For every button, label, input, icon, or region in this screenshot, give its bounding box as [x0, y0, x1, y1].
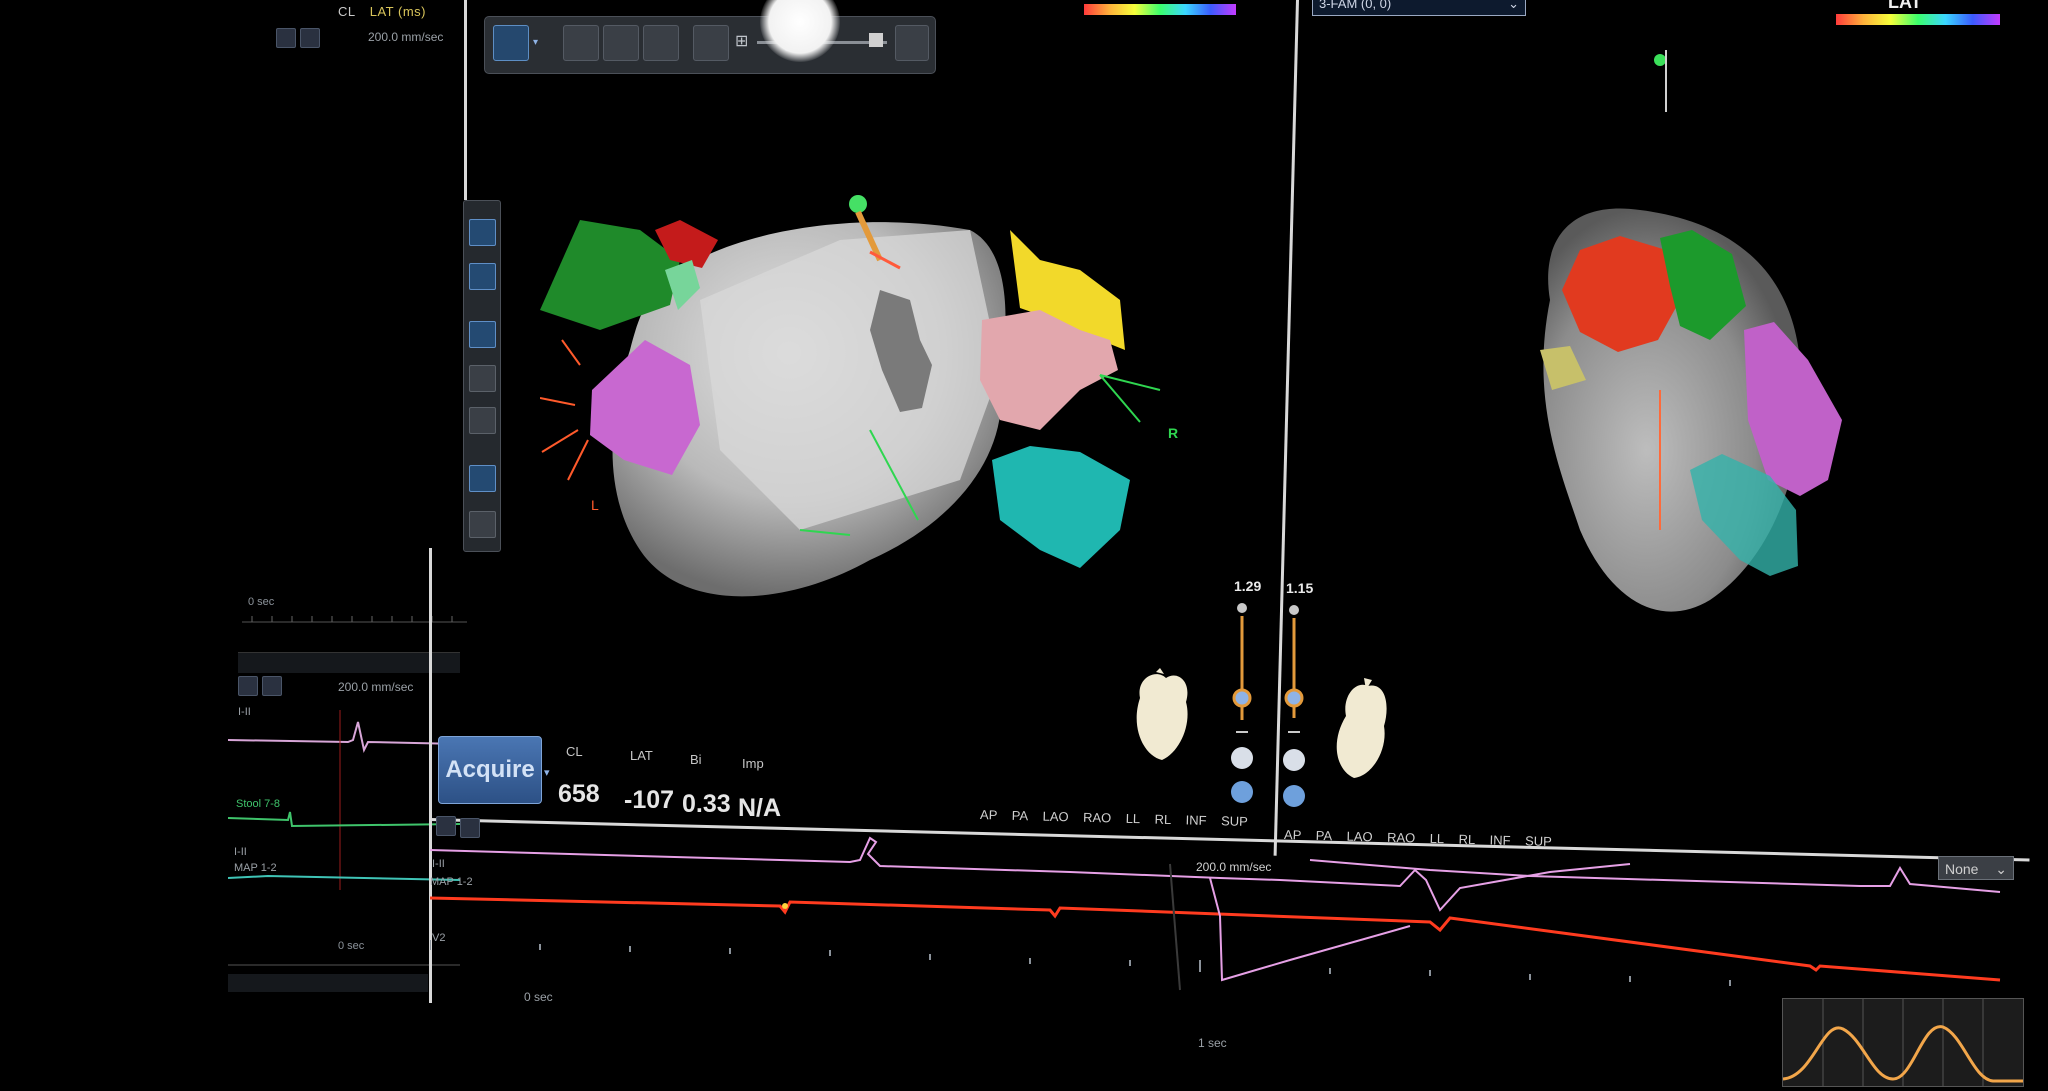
left-scale-slider[interactable]: [1231, 603, 1253, 803]
map-tool-strip: [463, 200, 501, 552]
left-time-ruler-top: [242, 616, 467, 623]
left-map-label-r: R: [1168, 425, 1178, 441]
left-scale-value: 1.29: [1234, 578, 1262, 594]
rotate-tool-button[interactable]: [563, 25, 599, 61]
select-tool-dropdown-icon[interactable]: ▾: [533, 37, 538, 48]
right-colorbar-title: LAT: [1888, 0, 1922, 12]
map-selector-dropdown[interactable]: 3-FAM (0, 0) ⌄: [1312, 0, 1526, 16]
header-cl: CL: [338, 4, 356, 19]
right-catheter-tip: [1654, 54, 1666, 66]
left-panel-zoom-out-button[interactable]: [300, 28, 320, 48]
strip-time-start: 0 sec: [524, 990, 553, 1004]
left-panel-bottom-scroll[interactable]: [228, 974, 428, 992]
left-map-label-l: L: [591, 497, 599, 513]
strip-cursor-line: [1169, 863, 1181, 991]
left-map-colorbar: [1084, 4, 1236, 15]
strip-time-1sec: 1 sec: [1198, 1036, 1227, 1050]
header-lat: LAT (ms): [369, 4, 426, 19]
grid-icon: ⊞: [735, 33, 749, 50]
acquire-button[interactable]: Acquire: [438, 736, 542, 804]
left-orange-markers: [540, 339, 589, 481]
readout-value-imp: N/A: [738, 794, 782, 822]
left-time-bottom: 0 sec: [338, 940, 365, 952]
left-speed-top: 200.0 mm/sec: [368, 30, 444, 44]
strip-trace-red: [430, 896, 2001, 982]
readout-label-bi: Bi: [690, 752, 702, 767]
right-scale-slider[interactable]: [1283, 605, 1305, 807]
signal-inset-panel: [1782, 998, 2024, 1087]
left-speed-mid: 200.0 mm/sec: [338, 680, 414, 694]
readout-label-cl: CL: [566, 744, 583, 759]
left-orientation-heart-icon[interactable]: [1126, 668, 1196, 768]
strip-filter-chevron-icon: ⌄: [1995, 861, 2007, 877]
select-tool-button[interactable]: [493, 25, 529, 61]
chevron-down-icon: ⌄: [1508, 0, 1519, 11]
readout-value-cl: 658: [558, 780, 600, 808]
move-tool-button[interactable]: [469, 219, 496, 246]
strip-annotation-marker: [782, 903, 788, 909]
left-time-top: 0 sec: [248, 596, 275, 608]
readout-value-bi: 0.33: [682, 790, 731, 818]
left-panel-zoom-out-button-2[interactable]: [262, 676, 282, 696]
rotate-view-button[interactable]: [469, 263, 496, 290]
left-panel-zoom-in-button[interactable]: [276, 28, 296, 48]
pointer-tool-button[interactable]: [469, 465, 496, 492]
measure-tool-button[interactable]: [469, 365, 496, 392]
right-orientation-heart-icon[interactable]: [1326, 676, 1396, 786]
grid-tool-button[interactable]: [693, 25, 729, 61]
map-toolbar: ▾ ⊞: [484, 16, 936, 74]
left-cyan-vein: [992, 446, 1130, 568]
cut-tool-button[interactable]: [469, 407, 496, 434]
zoom-tool-button[interactable]: [643, 25, 679, 61]
toolbar-settings-button[interactable]: [895, 25, 929, 61]
scale-sliders[interactable]: [1222, 600, 1342, 810]
left-3d-map[interactable]: L R: [540, 190, 1180, 650]
left-divider-upper: [464, 0, 467, 200]
acquire-dropdown-icon[interactable]: ▾: [544, 766, 550, 779]
right-3d-map[interactable]: [1470, 40, 1870, 680]
strip-egram-traces: [430, 836, 2001, 991]
map-selector-value: 3-FAM (0, 0): [1319, 0, 1392, 11]
left-panel-zoom-in-button-2[interactable]: [238, 676, 258, 696]
right-map-colorbar: [1836, 14, 2000, 25]
left-panel-header: CL LAT (ms): [338, 4, 436, 19]
readout-label-lat: LAT: [630, 748, 653, 763]
undo-tool-button[interactable]: [469, 511, 496, 538]
inset-waveform: [1782, 999, 2023, 1086]
pan-tool-button[interactable]: [603, 25, 639, 61]
strip-filter-dropdown[interactable]: None ⌄: [1938, 856, 2014, 880]
opacity-end-icon: [869, 33, 883, 47]
plane-tool-button[interactable]: [469, 321, 496, 348]
strip-trace-deflection: [1209, 877, 1411, 982]
strip-filter-value: None: [1945, 861, 1979, 877]
left-panel-scroll[interactable]: [238, 652, 460, 673]
readout-value-lat: -107: [624, 786, 675, 814]
strip-time-ticks: [430, 940, 1731, 986]
right-scale-value: 1.15: [1286, 580, 1314, 596]
readout-label-imp: Imp: [742, 756, 764, 771]
mapping-system-screen: CL LAT (ms) 200.0 mm/sec 0 sec 200.0 mm/…: [0, 0, 2048, 1087]
